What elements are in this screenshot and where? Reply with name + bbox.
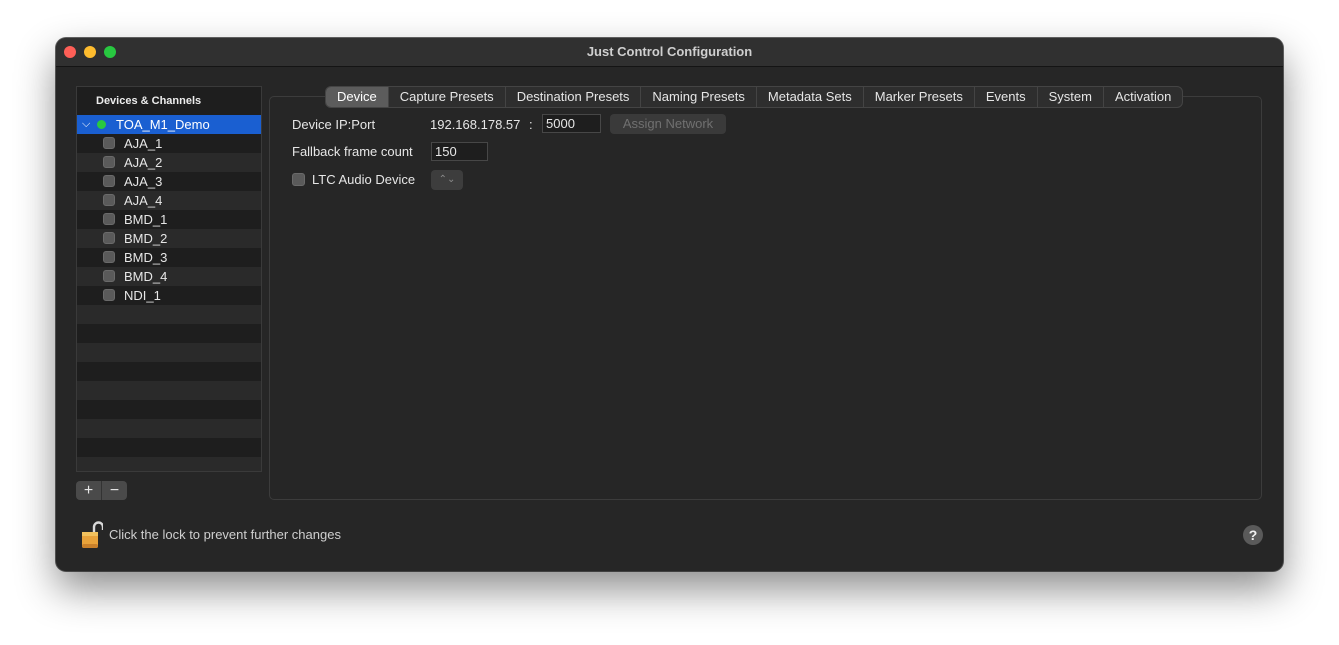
channel-row[interactable]: AJA_1 (77, 134, 261, 153)
add-remove-control: + − (76, 481, 127, 500)
channel-checkbox[interactable] (103, 232, 115, 244)
channel-row[interactable]: AJA_3 (77, 172, 261, 191)
empty-row (77, 324, 261, 343)
list-header: Devices & Channels (96, 95, 202, 107)
channel-row[interactable]: NDI_1 (77, 286, 261, 305)
channel-label: AJA_3 (124, 174, 163, 189)
channel-checkbox[interactable] (103, 194, 115, 206)
channel-label: BMD_4 (124, 269, 168, 284)
tab-marker-presets[interactable]: Marker Presets (864, 87, 975, 107)
empty-row (77, 381, 261, 400)
empty-row (77, 343, 261, 362)
channel-row[interactable]: AJA_4 (77, 191, 261, 210)
chevron-down-icon[interactable]: ⌵ (82, 115, 90, 134)
settings-panel (269, 96, 1262, 500)
empty-row (77, 400, 261, 419)
channel-row[interactable]: AJA_2 (77, 153, 261, 172)
tab-system[interactable]: System (1038, 87, 1104, 107)
tab-metadata-sets[interactable]: Metadata Sets (757, 87, 864, 107)
tab-destination-presets[interactable]: Destination Presets (506, 87, 642, 107)
channel-checkbox[interactable] (103, 156, 115, 168)
lock-status-text: Click the lock to prevent further change… (109, 527, 341, 542)
tab-device[interactable]: Device (326, 87, 389, 107)
tab-capture-presets[interactable]: Capture Presets (389, 87, 506, 107)
channel-label: BMD_2 (124, 231, 168, 246)
channel-row[interactable]: BMD_1 (77, 210, 261, 229)
chevron-up-down-icon: ⌃⌄ (438, 174, 456, 185)
device-ip-value: 192.168.178.57 (430, 117, 521, 132)
window-title: Just Control Configuration (586, 44, 753, 59)
channel-checkbox[interactable] (103, 251, 115, 263)
channel-label: NDI_1 (124, 288, 161, 303)
empty-row (77, 362, 261, 381)
main-window: Just Control Configuration Devices & Cha… (56, 38, 1283, 571)
unlocked-lock-icon[interactable] (81, 520, 103, 550)
port-input[interactable]: 5000 (542, 114, 601, 133)
empty-row (77, 305, 261, 324)
ip-port-separator: : (529, 117, 533, 132)
tab-naming-presets[interactable]: Naming Presets (641, 87, 757, 107)
channel-label: AJA_2 (124, 155, 163, 170)
channel-row[interactable]: BMD_4 (77, 267, 261, 286)
channel-checkbox[interactable] (103, 270, 115, 282)
tab-activation[interactable]: Activation (1104, 87, 1182, 107)
status-dot-icon (97, 120, 106, 129)
add-device-button[interactable]: + (76, 481, 101, 500)
device-row-toa-m1-demo[interactable]: ⌵ TOA_M1_Demo (77, 115, 261, 134)
assign-network-button[interactable]: Assign Network (610, 114, 726, 134)
channel-label: AJA_1 (124, 136, 163, 151)
title-bar: Just Control Configuration (56, 38, 1283, 67)
ltc-audio-device-popup[interactable]: ⌃⌄ (431, 170, 463, 190)
device-label: TOA_M1_Demo (116, 117, 210, 132)
empty-row (77, 457, 261, 471)
tab-events[interactable]: Events (975, 87, 1038, 107)
remove-device-button[interactable]: − (102, 481, 127, 500)
device-ip-port-label: Device IP:Port (292, 117, 376, 132)
channel-label: BMD_1 (124, 212, 168, 227)
ltc-audio-device-checkbox[interactable] (292, 173, 305, 186)
channel-checkbox[interactable] (103, 137, 115, 149)
ltc-audio-device-label: LTC Audio Device (312, 172, 416, 187)
help-button[interactable]: ? (1243, 525, 1263, 545)
tab-bar: Device Capture Presets Destination Prese… (325, 86, 1184, 108)
empty-row (77, 438, 261, 457)
channel-label: AJA_4 (124, 193, 163, 208)
fallback-frame-count-input[interactable]: 150 (431, 142, 488, 161)
channel-row[interactable]: BMD_2 (77, 229, 261, 248)
channel-checkbox[interactable] (103, 289, 115, 301)
channel-checkbox[interactable] (103, 213, 115, 225)
fallback-frame-count-label: Fallback frame count (292, 144, 413, 159)
devices-channels-list[interactable]: Devices & Channels ⌵ TOA_M1_Demo AJA_1 A… (76, 86, 262, 472)
channel-checkbox[interactable] (103, 175, 115, 187)
channel-row[interactable]: BMD_3 (77, 248, 261, 267)
empty-row (77, 419, 261, 438)
channel-label: BMD_3 (124, 250, 168, 265)
